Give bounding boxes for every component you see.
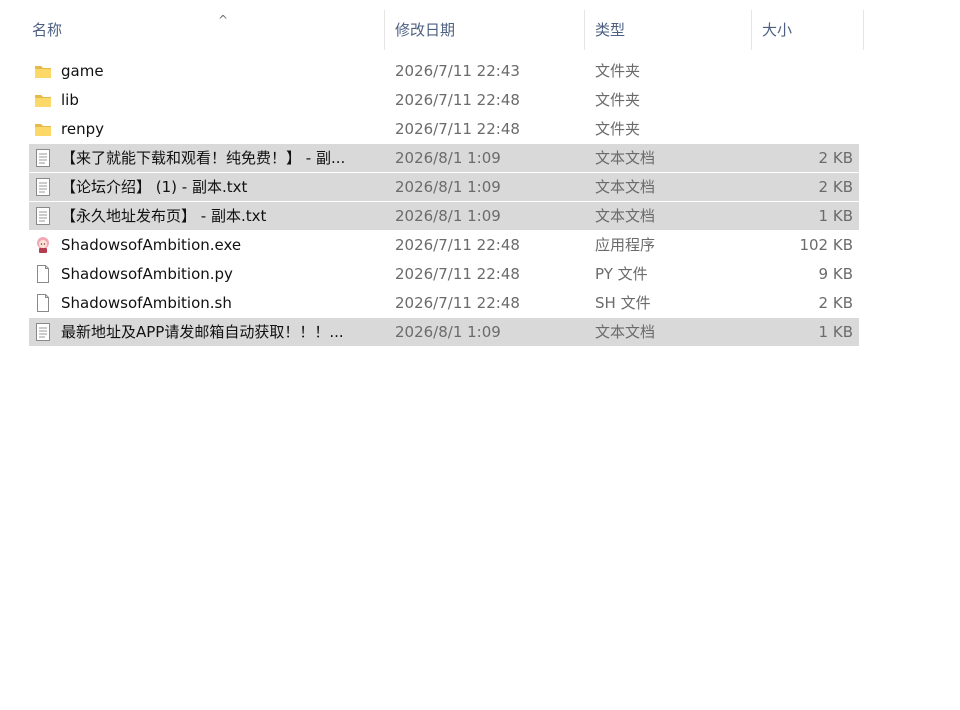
file-modified-date: 2026/7/11 22:48	[395, 265, 520, 283]
file-size: 102 KB	[799, 236, 853, 254]
file-type: 文本文档	[595, 207, 656, 225]
file-type: SH 文件	[595, 294, 651, 312]
file-size: 2 KB	[818, 149, 853, 167]
file-name[interactable]: lib	[61, 86, 381, 114]
column-header-date[interactable]: 修改日期	[385, 10, 585, 50]
column-header-date-label: 修改日期	[395, 21, 456, 39]
file-type: 文件夹	[595, 62, 641, 80]
file-row[interactable]: ShadowsofAmbition.sh 2026/7/11 22:48 SH 文件…	[29, 289, 859, 317]
file-name[interactable]: 【永久地址发布页】 - 副本.txt	[61, 202, 381, 230]
file-row[interactable]: 最新地址及APP请发邮箱自动获取！！！... 2026/8/1 1:09 文本文档 1…	[29, 318, 859, 346]
column-header-size-label: 大小	[762, 21, 793, 39]
file-modified-date: 2026/7/11 22:48	[395, 294, 520, 312]
text-document-icon	[33, 177, 53, 197]
file-name[interactable]: 最新地址及APP请发邮箱自动获取！！！...	[61, 318, 381, 346]
column-header-type[interactable]: 类型	[585, 10, 752, 50]
file-name[interactable]: ShadowsofAmbition.sh	[61, 289, 381, 317]
file-row[interactable]: ShadowsofAmbition.exe 2026/7/11 22:48 应用程序…	[29, 231, 859, 259]
text-document-icon	[33, 206, 53, 226]
file-row[interactable]: game 2026/7/11 22:43 文件夹	[29, 57, 859, 85]
sort-ascending-icon: ^	[218, 13, 229, 27]
column-header-name[interactable]: 名称 ^	[22, 10, 385, 50]
file-modified-date: 2026/8/1 1:09	[395, 207, 501, 225]
file-type: PY 文件	[595, 265, 648, 283]
file-size: 1 KB	[818, 207, 853, 225]
text-document-icon	[33, 322, 53, 342]
file-type: 文本文档	[595, 178, 656, 196]
file-row[interactable]: lib 2026/7/11 22:48 文件夹	[29, 86, 859, 114]
file-modified-date: 2026/7/11 22:48	[395, 120, 520, 138]
file-modified-date: 2026/8/1 1:09	[395, 323, 501, 341]
file-modified-date: 2026/7/11 22:48	[395, 91, 520, 109]
file-name[interactable]: ShadowsofAmbition.py	[61, 260, 381, 288]
column-header-name-label: 名称	[32, 21, 63, 39]
file-name[interactable]: game	[61, 57, 381, 85]
file-size: 9 KB	[818, 265, 853, 283]
folder-icon	[33, 90, 53, 110]
folder-icon	[33, 119, 53, 139]
blank-file-icon	[33, 293, 53, 313]
file-name[interactable]: renpy	[61, 115, 381, 143]
column-header-type-label: 类型	[595, 21, 626, 39]
file-modified-date: 2026/7/11 22:43	[395, 62, 520, 80]
file-row[interactable]: renpy 2026/7/11 22:48 文件夹	[29, 115, 859, 143]
file-type: 应用程序	[595, 236, 656, 254]
column-header-size[interactable]: 大小	[752, 10, 864, 50]
file-type: 文件夹	[595, 120, 641, 138]
column-header-bar: 名称 ^ 修改日期 类型 大小	[0, 0, 864, 50]
file-type: 文本文档	[595, 323, 656, 341]
file-name[interactable]: 【论坛介绍】 (1) - 副本.txt	[61, 173, 381, 201]
folder-icon	[33, 61, 53, 81]
application-icon	[33, 235, 53, 255]
blank-file-icon	[33, 264, 53, 284]
file-explorer: 名称 ^ 修改日期 类型 大小 game 2026/7/11 22:43 文件夹 li…	[0, 0, 960, 710]
file-modified-date: 2026/8/1 1:09	[395, 178, 501, 196]
file-size: 2 KB	[818, 178, 853, 196]
file-name[interactable]: ShadowsofAmbition.exe	[61, 231, 381, 259]
file-type: 文本文档	[595, 149, 656, 167]
file-row[interactable]: 【来了就能下载和观看！纯免费！】 - 副... 2026/8/1 1:09 文本文档…	[29, 144, 859, 172]
file-type: 文件夹	[595, 91, 641, 109]
file-modified-date: 2026/7/11 22:48	[395, 236, 520, 254]
file-size: 1 KB	[818, 323, 853, 341]
file-modified-date: 2026/8/1 1:09	[395, 149, 501, 167]
file-row[interactable]: ShadowsofAmbition.py 2026/7/11 22:48 PY 文件…	[29, 260, 859, 288]
text-document-icon	[33, 148, 53, 168]
file-name[interactable]: 【来了就能下载和观看！纯免费！】 - 副...	[61, 144, 381, 172]
file-row[interactable]: 【论坛介绍】 (1) - 副本.txt 2026/8/1 1:09 文本文档 2 KB	[29, 173, 859, 201]
file-row[interactable]: 【永久地址发布页】 - 副本.txt 2026/8/1 1:09 文本文档 1 KB	[29, 202, 859, 230]
file-size: 2 KB	[818, 294, 853, 312]
